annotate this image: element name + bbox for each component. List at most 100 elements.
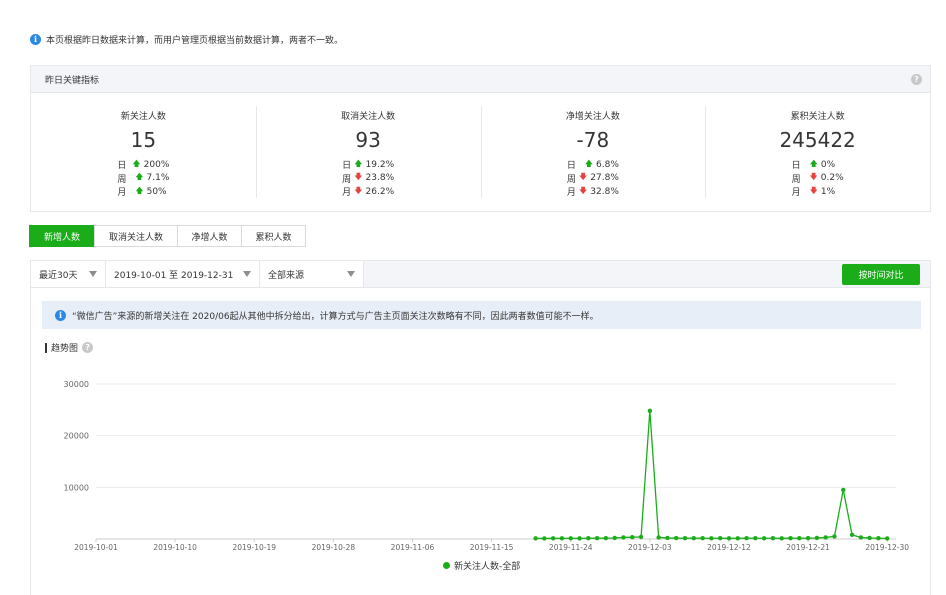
top-notice: i 本页根据昨日数据来计算，而用户管理页根据当前数据计算，两者不一致。 [30,33,343,46]
kpi-header: 昨日关键指标 ? [31,66,930,93]
x-tick-label: 2019-11-06 [391,543,435,552]
x-tick-label: 2019-10-01 [74,543,118,552]
kpi-card: 新关注人数 15 日 🡅 200% 周 🡅 7.1% 月 🡅 50% [31,93,256,211]
help-icon[interactable]: ? [82,342,94,353]
data-point [709,536,714,541]
kpi-changes: 日 🡅 6.8% 周 🡇 27.8% 月 🡇 32.8% [567,158,619,199]
arrow-up-icon: 🡅 [809,158,818,168]
x-tick-label: 2019-10-28 [312,543,356,552]
trend-header: 趋势图 ? [45,341,94,354]
data-point [568,536,573,541]
period-label: 周 [566,174,576,185]
period-label: 日 [117,161,127,172]
data-point [805,535,811,541]
period-label: 日 [791,161,801,172]
data-point [647,408,653,414]
period-label: 周 [117,174,127,185]
data-point [594,535,600,541]
ad-source-notice-text: “微信广告”来源的新增关注在 2020/06起从其他中拆分给出，计算方式与广告主… [72,311,599,322]
data-point [885,536,890,541]
chart-legend[interactable]: 新关注人数-全部 [443,559,520,572]
change-pct: 26.2% [365,186,395,197]
source-select-value: 全部来源 [268,270,305,281]
x-tick-label: 2019-12-30 [865,543,909,552]
tab-0[interactable]: 新增人数 [29,225,95,247]
data-point [814,535,820,541]
arrow-up-icon: 🡅 [135,185,144,195]
arrow-up-icon: 🡅 [135,172,144,182]
data-point [630,534,635,540]
date-range-value: 2019-10-01 至 2019-12-31 [114,270,234,281]
x-tick-label: 2019-11-24 [549,543,593,552]
period-label: 日 [342,161,352,172]
data-point [674,535,679,541]
data-point [691,535,697,541]
data-point [542,536,547,541]
change-pct: 23.8% [365,173,395,184]
chevron-down-icon [243,271,251,277]
change-pct: 200% [143,159,170,170]
kpi-panel: 昨日关键指标 ? 新关注人数 15 日 🡅 200% 周 🡅 7.1% 月 🡅 … [30,65,931,212]
kpi-value: 245422 [779,128,856,152]
data-point [682,536,688,541]
data-point [788,535,793,541]
period-label: 周 [791,174,801,185]
help-icon[interactable]: ? [911,73,922,85]
data-point [858,535,864,540]
chevron-down-icon [347,271,355,277]
date-range-picker[interactable]: 2019-10-01 至 2019-12-31 [106,261,260,287]
data-point [761,536,767,541]
data-point [533,536,538,541]
x-tick-label: 2019-10-19 [232,543,276,552]
arrow-down-icon: 🡇 [354,172,363,182]
period-label: 周 [342,174,352,185]
data-point [849,532,855,538]
arrow-down-icon: 🡇 [579,172,588,182]
kpi-change-row: 周 🡇 0.2% [792,172,844,186]
kpi-change-row: 月 🡇 32.8% [567,185,619,199]
data-point [770,536,776,541]
kpi-value: -78 [576,128,610,152]
data-point [621,535,626,540]
arrow-down-icon: 🡇 [809,172,818,182]
change-pct: 32.8% [590,186,619,197]
kpi-body: 新关注人数 15 日 🡅 200% 周 🡅 7.1% 月 🡅 50% 取消关注人… [31,93,930,211]
data-point [797,536,802,541]
title-marker [45,342,47,353]
tab-1[interactable]: 取消关注人数 [94,225,178,247]
period-label: 月 [791,188,801,199]
range-select[interactable]: 最近30天 [31,261,106,287]
data-point [603,535,609,541]
arrow-up-icon: 🡅 [354,158,363,168]
info-icon: i [55,309,66,321]
tab-3[interactable]: 累积人数 [241,225,306,247]
kpi-value: 15 [130,128,157,152]
kpi-changes: 日 🡅 19.2% 周 🡇 23.8% 月 🡇 26.2% [342,158,394,199]
legend-marker [443,562,450,569]
kpi-change-row: 周 🡅 7.1% [117,172,169,186]
compare-by-time-button[interactable]: 按时间对比 [842,264,920,285]
metric-tabs: 新增人数 取消关注人数 净增人数 累积人数 [29,225,306,247]
kpi-change-row: 月 🡅 50% [117,185,169,199]
data-point [832,534,837,539]
series-line [535,410,888,540]
change-pct: 0% [820,159,836,170]
data-point [612,535,617,541]
x-tick-label: 2019-12-12 [707,543,751,552]
x-tick-label: 2019-12-21 [786,543,830,552]
source-select[interactable]: 全部来源 [260,261,364,287]
kpi-card: 累积关注人数 245422 日 🡅 0% 周 🡇 0.2% 月 🡇 1% [705,93,930,211]
y-tick-label: 30000 [64,380,89,389]
arrow-down-icon: 🡇 [579,185,588,195]
tab-2[interactable]: 净增人数 [177,225,242,247]
period-label: 月 [342,188,352,199]
kpi-change-row: 月 🡇 1% [792,185,844,199]
period-label: 日 [566,161,576,172]
x-tick-label: 2019-10-10 [153,543,197,552]
kpi-changes: 日 🡅 0% 周 🡇 0.2% 月 🡇 1% [792,158,844,199]
change-pct: 0.2% [820,173,844,184]
data-point [577,536,582,541]
kpi-label: 累积关注人数 [790,112,845,122]
kpi-change-row: 日 🡅 0% [792,158,844,172]
arrow-up-icon: 🡅 [584,158,593,168]
